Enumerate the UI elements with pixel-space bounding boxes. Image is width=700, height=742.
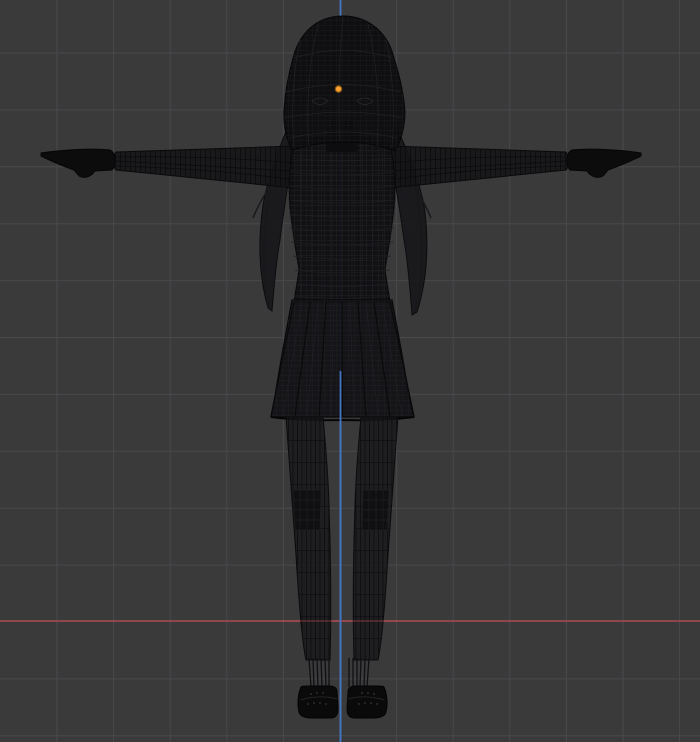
left-shoe bbox=[297, 685, 339, 719]
right-shoe bbox=[346, 685, 388, 719]
object-origin-point bbox=[334, 85, 343, 93]
skirt bbox=[270, 299, 415, 422]
left-shoe-shape bbox=[297, 685, 339, 719]
right-shoe-shape bbox=[346, 685, 388, 719]
3d-viewport[interactable] bbox=[0, 0, 700, 742]
